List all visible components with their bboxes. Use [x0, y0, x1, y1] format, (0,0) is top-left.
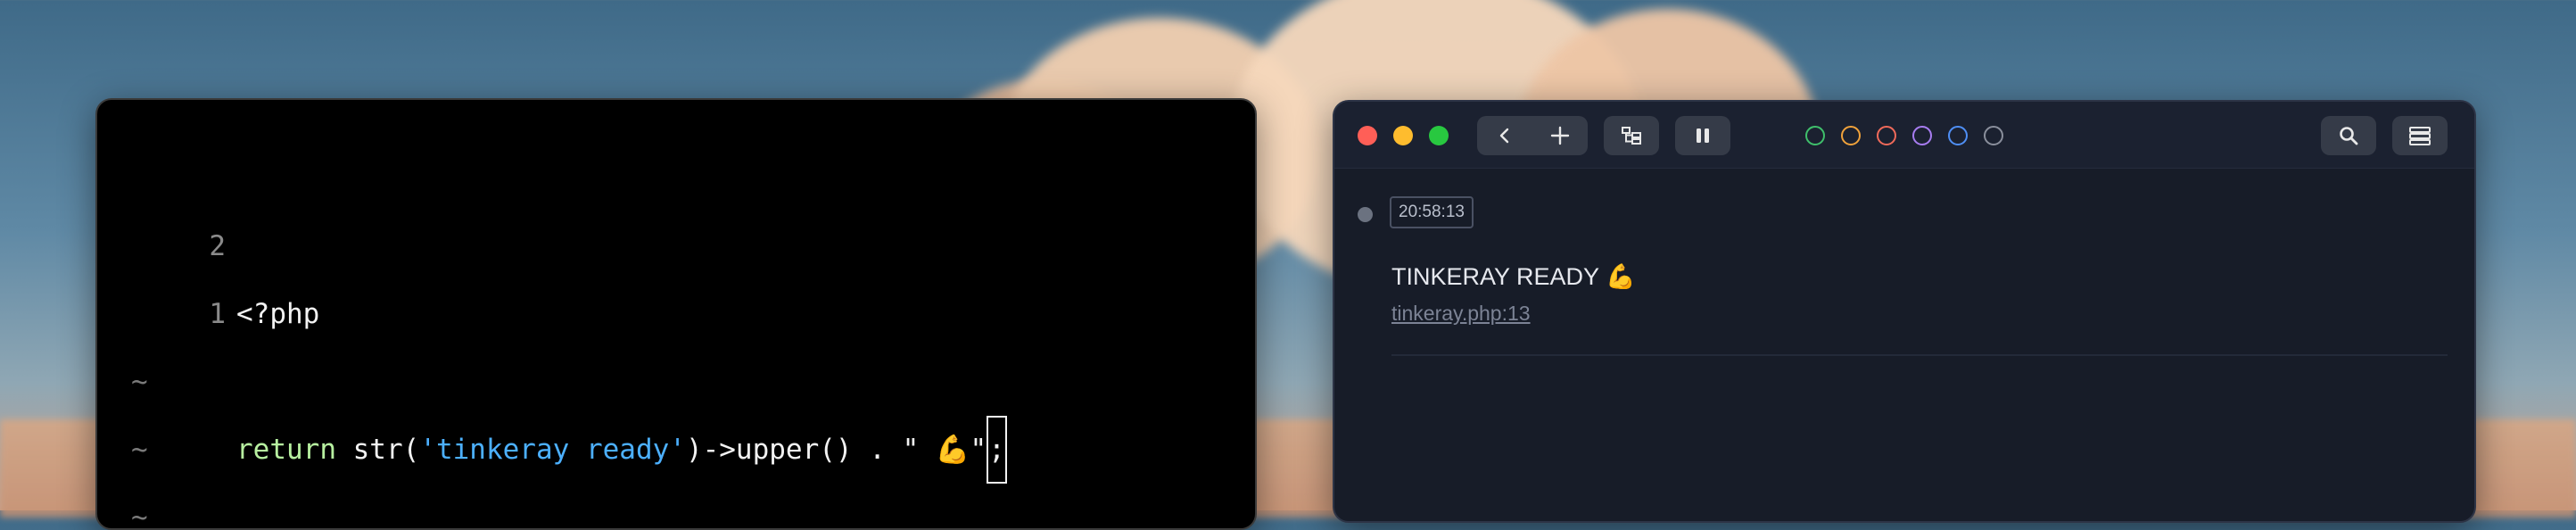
code-line: 2 <?php	[131, 145, 319, 330]
code-text[interactable]: return str('tinkeray ready')->upper() . …	[236, 416, 1007, 484]
back-button[interactable]	[1477, 116, 1532, 155]
string-literal: 'tinkeray ready'	[419, 434, 686, 466]
search-icon	[2340, 127, 2358, 145]
keyword-return: return	[236, 434, 336, 466]
tree-view-button[interactable]	[1604, 116, 1659, 155]
search-button[interactable]	[2321, 116, 2376, 155]
add-button[interactable]	[1532, 116, 1588, 155]
minimize-button[interactable]	[1393, 126, 1413, 145]
filter-gray-dot[interactable]	[1984, 126, 2003, 145]
pause-icon	[1697, 128, 1709, 143]
filter-purple-dot[interactable]	[1912, 126, 1932, 145]
output-message: TINKERAY READY 💪	[1391, 263, 1636, 290]
stack-button[interactable]	[2392, 116, 2448, 155]
code-text[interactable]: <?php	[236, 280, 319, 348]
pause-button[interactable]	[1675, 116, 1730, 155]
tree-icon	[1622, 127, 1641, 145]
entry-divider	[1391, 354, 2448, 356]
code-line-current: return str('tinkeray ready')->upper() . …	[131, 280, 1007, 484]
stack-icon	[2409, 127, 2431, 145]
entry-status-dot	[1358, 207, 1373, 222]
filter-blue-dot[interactable]	[1948, 126, 1968, 145]
zoom-button[interactable]	[1429, 126, 1449, 145]
empty-line-marker: ~	[131, 434, 148, 466]
plus-icon	[1550, 126, 1570, 145]
timestamp-badge: 20:58:13	[1390, 196, 1474, 228]
empty-line-marker: ~	[131, 366, 148, 398]
close-button[interactable]	[1358, 126, 1377, 145]
empty-line-marker: ~	[131, 501, 148, 530]
chevron-left-icon	[1499, 128, 1509, 144]
filter-red-dot[interactable]	[1877, 126, 1896, 145]
filter-orange-dot[interactable]	[1841, 126, 1861, 145]
code-line: 1	[131, 212, 226, 330]
code-segment: )->upper() . " 💪"	[685, 434, 987, 466]
title-bar	[1334, 102, 2474, 169]
nav-button-group	[1477, 116, 1588, 155]
code-segment: str(	[335, 434, 420, 466]
filter-green-dot[interactable]	[1805, 126, 1825, 145]
code-editor-window[interactable]: 2 <?php 1 return str('tinkeray ready')->…	[95, 98, 1257, 530]
source-link[interactable]: tinkeray.php:13	[1391, 302, 1531, 326]
tinkeray-window: 20:58:13 TINKERAY READY 💪 tinkeray.php:1…	[1333, 100, 2476, 523]
text-cursor: ;	[987, 416, 1007, 484]
